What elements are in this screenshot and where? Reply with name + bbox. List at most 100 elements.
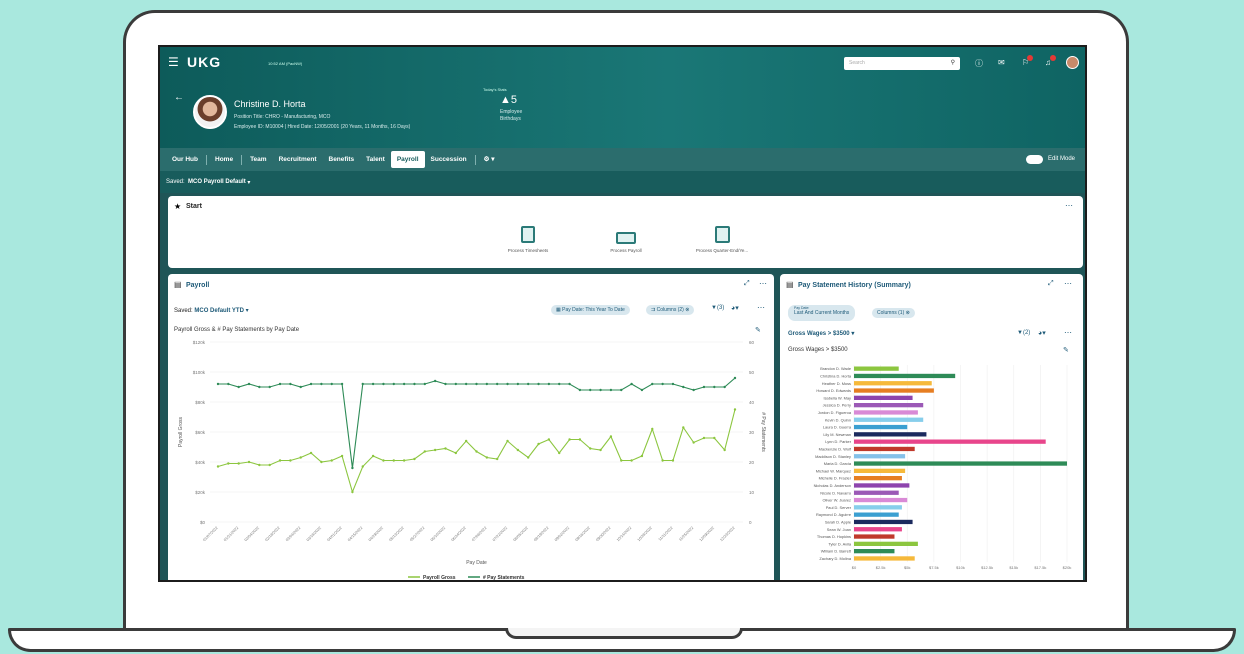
tab-recruitment[interactable]: Recruitment <box>273 148 323 171</box>
bar-label: Isabella W. May <box>824 395 852 400</box>
nav-divider <box>241 154 243 165</box>
edit-icon[interactable]: ✎ <box>755 326 761 334</box>
gear-icon[interactable]: ⚙ ▾ <box>478 148 501 171</box>
x-tick-label: 09/16/2022 <box>575 526 591 542</box>
more-icon[interactable]: ⋯ <box>1065 201 1073 210</box>
chart-type-icon[interactable]: ◕▾ <box>731 304 739 312</box>
tab-benefits[interactable]: Benefits <box>323 148 361 171</box>
payroll-card: ▤ Payroll ⤢ ⋯ Saved: MCO Default YTD ▾ ▦… <box>168 274 774 580</box>
x-tick-label: $7.5k <box>929 565 939 570</box>
columns-pill-label: Columns (1) <box>877 310 905 316</box>
bar <box>854 373 956 379</box>
data-point <box>692 388 695 392</box>
data-point <box>258 385 261 389</box>
user-avatar-small[interactable] <box>1066 56 1079 69</box>
data-point <box>713 436 716 440</box>
expand-icon[interactable]: ⤢ <box>744 280 750 288</box>
y-tick-label: $40k <box>195 460 206 465</box>
pay-date-pill[interactable]: Pay Date: Last And Current Months <box>788 305 856 321</box>
back-icon[interactable]: ← <box>174 92 184 103</box>
data-point <box>640 454 644 458</box>
bar <box>854 395 913 400</box>
employee-avatar <box>193 95 227 129</box>
bar <box>854 490 899 495</box>
chart-type-icon[interactable]: ◕▾ <box>1038 329 1046 337</box>
y-tick-label: $80k <box>195 400 206 405</box>
y2-tick-label: 50 <box>749 370 755 375</box>
more-icon[interactable]: ⋯ <box>757 303 765 312</box>
tab-talent[interactable]: Talent <box>360 148 391 171</box>
process-quarter-label: Process Quarter-End/Ye... <box>695 248 749 253</box>
x-tick-label: 08/05/2022 <box>513 526 529 542</box>
data-point <box>547 438 551 441</box>
process-timesheets-button[interactable]: Process Timesheets <box>498 226 558 253</box>
pay-date-filter[interactable]: ▦ Pay Date: This Year To Date <box>551 305 630 315</box>
data-point <box>506 382 509 386</box>
edit-icon[interactable]: ✎ <box>1063 346 1069 354</box>
data-point <box>330 459 333 462</box>
search-placeholder: Search <box>849 60 865 66</box>
position-title: Position Title: CHRO - Manufacturing, MC… <box>234 114 331 120</box>
payroll-title: Payroll <box>186 282 210 289</box>
data-point <box>651 427 654 431</box>
help-icon[interactable]: ⓘ <box>975 58 983 69</box>
bell-icon[interactable]: ♫ <box>1045 55 1056 67</box>
data-point <box>682 385 685 389</box>
process-quarter-button[interactable]: Process Quarter-End/Ye... <box>681 226 763 253</box>
payroll-saved-select[interactable]: MCO Default YTD <box>194 308 244 314</box>
chat-icon[interactable]: ✉ <box>998 58 1005 67</box>
close-icon[interactable]: ⊗ <box>906 310 910 316</box>
more-icon[interactable]: ⋯ <box>1064 279 1072 288</box>
filter-icon[interactable]: ▼(3) <box>711 305 724 311</box>
x-tick-label: $2.5k <box>876 565 886 570</box>
x-axis-label: Pay Date <box>466 560 487 566</box>
edit-mode-label: Edit Mode <box>1048 156 1076 162</box>
data-point <box>444 382 447 386</box>
data-point <box>609 435 613 438</box>
data-point <box>651 382 654 386</box>
chevron-down-icon[interactable]: ▾ <box>247 179 250 186</box>
tab-our-hub[interactable]: Our Hub <box>166 148 204 171</box>
x-tick-label: $5k <box>904 565 910 570</box>
expand-icon[interactable]: ⤢ <box>1048 280 1054 288</box>
data-point <box>227 462 230 465</box>
close-icon[interactable]: ⊗ <box>685 307 689 313</box>
x-tick-label: 01/07/2022 <box>202 526 218 542</box>
data-point <box>578 438 582 441</box>
data-point <box>361 382 364 386</box>
notification-icon[interactable]: ⚐ <box>1022 55 1033 67</box>
chevron-down-icon[interactable]: ▾ <box>851 331 854 337</box>
menu-icon[interactable]: ☰ <box>168 55 179 69</box>
stat-value: ▲5 <box>500 94 518 106</box>
history-saved-select[interactable]: Gross Wages > $3500 ▾ <box>788 330 854 337</box>
data-point <box>671 459 675 462</box>
data-point <box>527 382 530 386</box>
x-tick-label: 06/24/2022 <box>451 526 467 542</box>
saved-view-select[interactable]: MCO Payroll Default <box>188 179 246 185</box>
process-payroll-button[interactable]: Process Payroll <box>596 226 656 253</box>
bar <box>854 424 908 430</box>
tab-team[interactable]: Team <box>244 148 273 171</box>
columns-pill[interactable]: Columns (1) ⊗ <box>872 308 915 318</box>
search-icon[interactable]: ⚲ <box>951 59 955 66</box>
tab-payroll[interactable]: Payroll <box>390 151 425 168</box>
chevron-down-icon[interactable]: ▾ <box>246 308 249 314</box>
data-point <box>640 388 644 392</box>
tab-home[interactable]: Home <box>209 148 239 171</box>
data-point <box>423 382 426 386</box>
filter-icon[interactable]: ▼(2) <box>1017 330 1030 336</box>
bar-label: William D. Barrett <box>821 549 852 554</box>
data-point <box>402 459 406 462</box>
columns-filter[interactable]: ⇉ Columns (2) ⊗ <box>646 305 695 315</box>
more-icon[interactable]: ⋯ <box>1064 328 1072 337</box>
more-icon[interactable]: ⋯ <box>759 279 767 288</box>
edit-mode-toggle[interactable] <box>1026 155 1043 164</box>
data-point <box>278 459 282 462</box>
laptop-notch <box>505 628 743 639</box>
tab-succession[interactable]: Succession <box>425 148 473 171</box>
filter-count: (2) <box>1022 330 1031 336</box>
bar-label: Brandon D. Wade <box>820 366 851 371</box>
x-tick-label: 06/10/2022 <box>430 526 446 542</box>
search-input[interactable]: Search ⚲ <box>844 57 960 70</box>
bar-label: Michael W. Marquez <box>816 468 851 473</box>
